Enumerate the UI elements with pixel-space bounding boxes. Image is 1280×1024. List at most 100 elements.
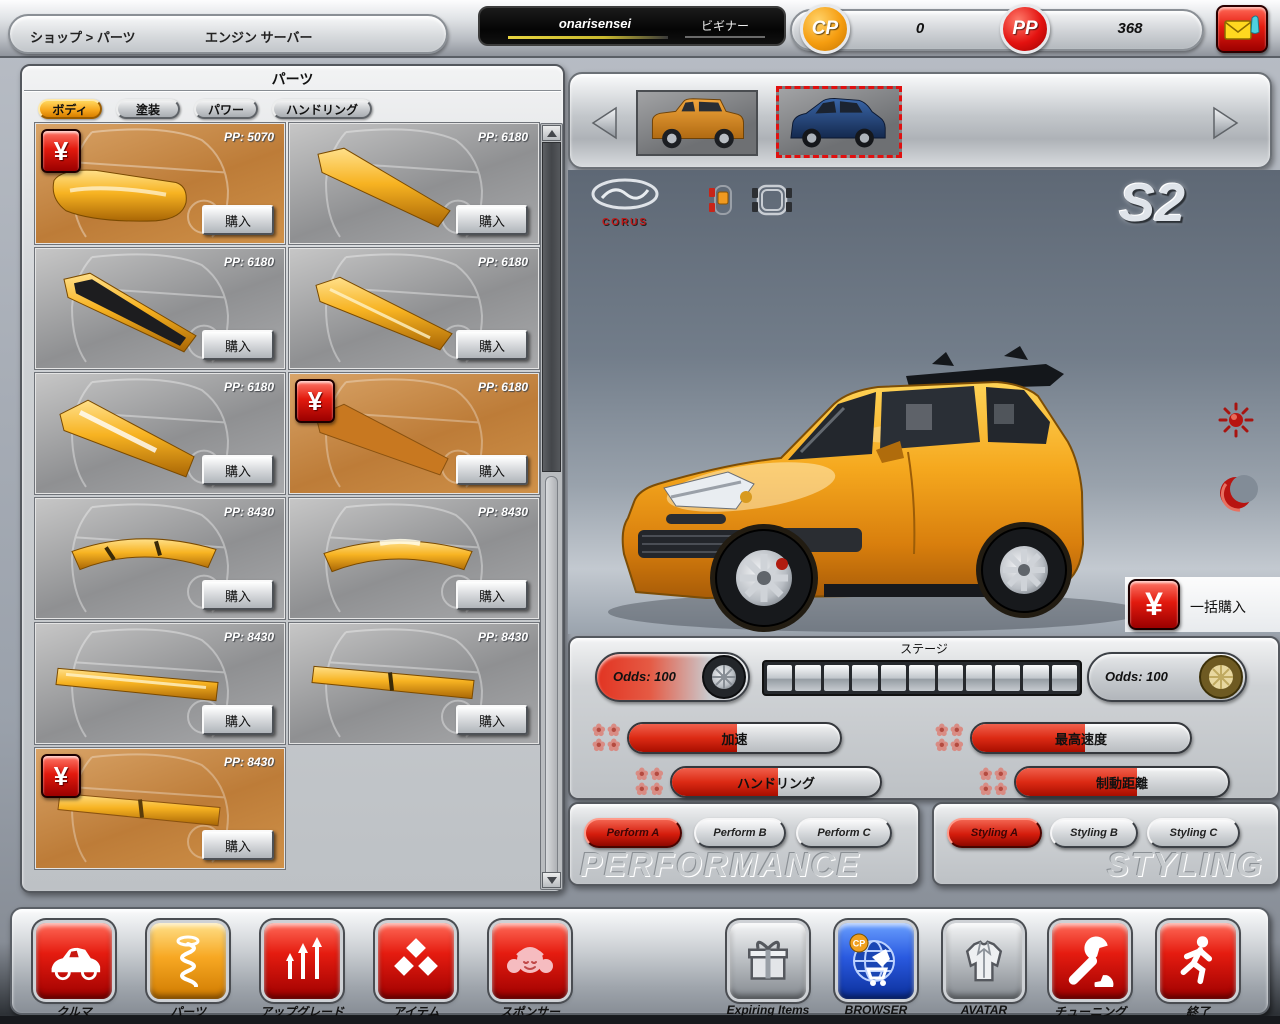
nav-cars-button[interactable]: [36, 923, 112, 999]
buy-button[interactable]: 購入: [202, 330, 274, 360]
buy-button[interactable]: 購入: [202, 705, 274, 735]
part-item-roof-spoiler[interactable]: PP: 8430 購入: [289, 498, 539, 619]
part-price: PP: 8430: [224, 755, 274, 769]
perform-a-button[interactable]: Perform A: [584, 818, 682, 848]
mail-button[interactable]: [1216, 5, 1268, 53]
tire-icon: [702, 655, 746, 699]
gift-icon: [743, 936, 793, 986]
nav-tuning-button[interactable]: [1052, 923, 1128, 999]
stage-segment: [881, 665, 906, 691]
player-name: onarisensei: [520, 16, 670, 31]
parts-scrollbar[interactable]: [540, 123, 563, 890]
nav-items-button[interactable]: [378, 923, 454, 999]
styling-watermark: STYLING: [1107, 846, 1264, 884]
flower-icon: [592, 723, 622, 753]
diamonds-icon: [390, 937, 442, 985]
bulk-buy-label: 一括購入: [1190, 597, 1246, 617]
blue-hatchback-icon: [779, 89, 899, 155]
part-item-side-skirt[interactable]: PP: 6180 購入: [35, 248, 285, 369]
stat-handling: ハンドリング: [670, 766, 882, 798]
buy-button[interactable]: 購入: [456, 455, 528, 485]
styling-a-button[interactable]: Styling A: [947, 818, 1042, 848]
stat-label: 制動距離: [1016, 768, 1228, 796]
tab-paint[interactable]: 塗装: [116, 99, 180, 119]
part-item-front-bumper[interactable]: ¥ PP: 5070 購入: [35, 123, 285, 244]
buy-button[interactable]: 購入: [456, 205, 528, 235]
part-item-roof-spoiler[interactable]: PP: 8430 購入: [35, 498, 285, 619]
sun-icon[interactable]: [1218, 402, 1254, 438]
jacket-icon: [960, 937, 1008, 985]
perform-c-button[interactable]: Perform C: [796, 818, 892, 848]
scroll-down-button[interactable]: [542, 872, 561, 888]
performance-watermark: PERFORMANCE: [580, 846, 861, 884]
parts-tabs: ボディ 塗装 パワー ハンドリング: [38, 99, 372, 119]
parts-grid: ¥ PP: 5070 購入 PP: 6180 購入 PP: 6180: [35, 123, 539, 869]
scrollbar-track[interactable]: [545, 476, 558, 888]
odds-right-capsule: Odds: 100: [1087, 652, 1247, 702]
flower-icon: [979, 767, 1009, 797]
part-item-rear-wing[interactable]: PP: 8430 購入: [35, 623, 285, 744]
wrench-icon: [1064, 935, 1116, 987]
scroll-up-button[interactable]: [542, 125, 561, 141]
stat-top-speed: 最高速度: [970, 722, 1192, 754]
car-thumbnail-blue-hatchback-selected[interactable]: [776, 86, 902, 158]
part-price: PP: 8430: [478, 505, 528, 519]
svg-text:CP: CP: [853, 939, 866, 949]
brand-emblem-icon: [590, 178, 660, 212]
cp-value: 0: [890, 20, 950, 37]
nav-expiring-items-button[interactable]: [730, 923, 806, 999]
tab-power[interactable]: パワー: [194, 99, 258, 119]
stage-segment: [852, 665, 877, 691]
stage-segment: [938, 665, 963, 691]
nav-sponsor-button[interactable]: [492, 923, 568, 999]
odds-left-capsule: Odds: 100: [595, 652, 750, 702]
globe-cart-icon: CP: [848, 933, 904, 989]
performance-panel: Perform A Perform B Perform C PERFORMANC…: [568, 802, 920, 886]
part-item-side-skirt[interactable]: PP: 6180 購入: [289, 248, 539, 369]
triangle-up-icon: [547, 130, 557, 137]
buy-button[interactable]: 購入: [202, 580, 274, 610]
carousel-right-arrow[interactable]: [1212, 106, 1240, 140]
player-name-underline: [508, 36, 668, 39]
pp-coin-icon: PP: [1000, 4, 1050, 54]
buy-button[interactable]: 購入: [456, 330, 528, 360]
tab-body[interactable]: ボディ: [38, 99, 102, 119]
part-item-side-skirt[interactable]: PP: 6180 購入: [35, 373, 285, 494]
nav-parts-button[interactable]: [150, 923, 226, 999]
part-item-side-skirt[interactable]: PP: 6180 購入: [289, 123, 539, 244]
nav-exit-button[interactable]: [1160, 923, 1236, 999]
styling-b-button[interactable]: Styling B: [1050, 818, 1138, 848]
buy-button[interactable]: 購入: [202, 830, 274, 860]
part-item-side-skirt[interactable]: ¥ PP: 6180 購入: [289, 373, 539, 494]
brand-name: CORUS: [588, 217, 662, 228]
perform-b-button[interactable]: Perform B: [694, 818, 786, 848]
parts-panel-title: パーツ: [22, 69, 563, 89]
buy-button[interactable]: 購入: [456, 580, 528, 610]
moon-icon[interactable]: [1216, 472, 1258, 514]
sponsor-girl-icon: [504, 936, 556, 986]
buy-button[interactable]: 購入: [202, 455, 274, 485]
part-item-rear-wing[interactable]: PP: 8430 購入: [289, 623, 539, 744]
nav-avatar-button[interactable]: [946, 923, 1022, 999]
stat-label: ハンドリング: [672, 768, 880, 796]
tab-handling[interactable]: ハンドリング: [272, 99, 372, 119]
bulk-buy-yen-button[interactable]: ¥: [1128, 579, 1180, 630]
part-price: PP: 8430: [224, 505, 274, 519]
odds-left-value: Odds: 100: [613, 669, 676, 684]
nav-browser-button[interactable]: CP: [838, 923, 914, 999]
part-price: PP: 5070: [224, 130, 274, 144]
nav-upgrade-button[interactable]: [264, 923, 340, 999]
pp-value: 368: [1090, 20, 1170, 37]
car-display-area: CORUS S2: [568, 170, 1280, 634]
buy-button[interactable]: 購入: [456, 705, 528, 735]
carousel-left-arrow[interactable]: [590, 106, 618, 140]
styling-c-button[interactable]: Styling C: [1147, 818, 1240, 848]
part-price: PP: 6180: [224, 380, 274, 394]
game-screen: ショップ > パーツ エンジン サーバー onarisensei ビギナー CP…: [0, 0, 1280, 1024]
buy-button[interactable]: 購入: [202, 205, 274, 235]
scrollbar-thumb[interactable]: [542, 142, 561, 472]
car-thumbnail-orange-suv[interactable]: [636, 90, 758, 156]
part-item-rear-wing[interactable]: ¥ PP: 8430 購入: [35, 748, 285, 869]
stage-segment: [1052, 665, 1077, 691]
part-price: PP: 6180: [478, 130, 528, 144]
